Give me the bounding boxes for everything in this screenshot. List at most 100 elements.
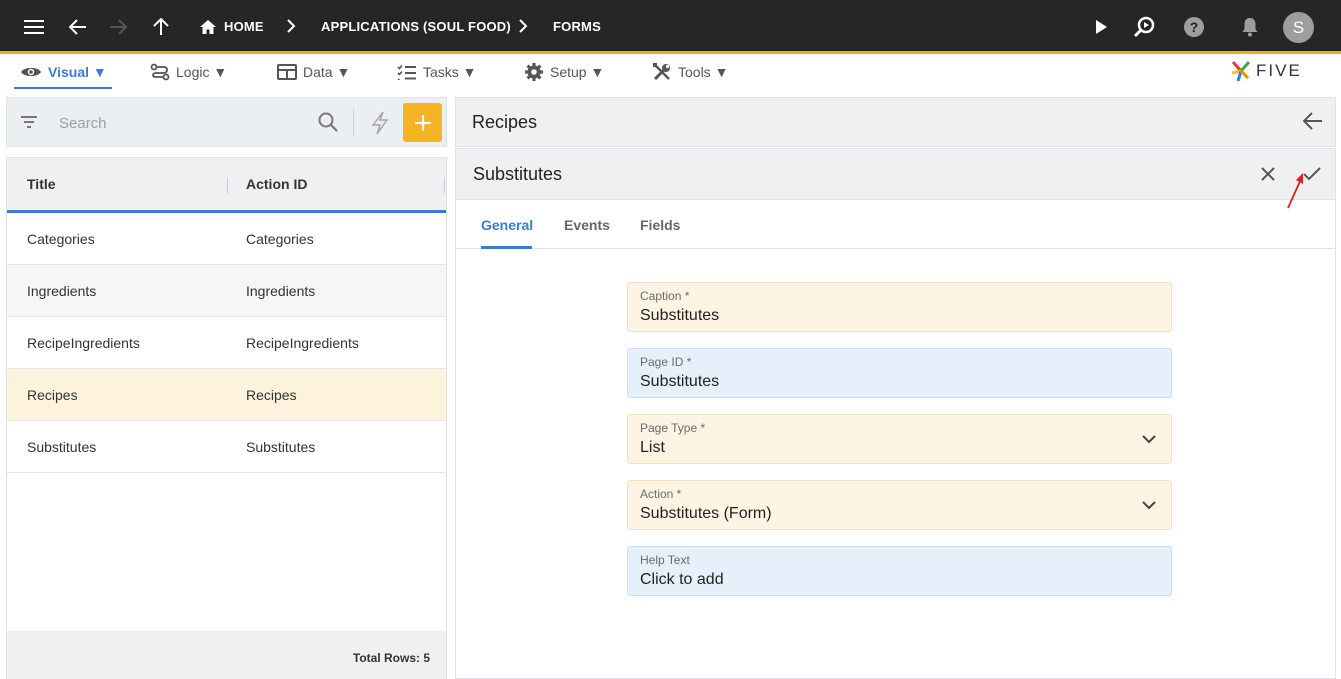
cell-title: Categories — [27, 230, 95, 247]
add-button[interactable] — [403, 103, 442, 142]
five-logo: FIVE — [1230, 57, 1302, 85]
menu-tools[interactable]: Tools ▼ — [652, 55, 728, 89]
parent-record-header: Recipes — [455, 97, 1336, 147]
menu-data[interactable]: Data ▼ — [277, 55, 350, 89]
cell-action-id: RecipeIngredients — [246, 334, 359, 351]
up-arrow-icon[interactable] — [150, 0, 172, 54]
page-type-value[interactable]: List — [640, 439, 665, 457]
gear-icon — [525, 63, 543, 81]
search-icon[interactable] — [317, 111, 339, 138]
divider — [353, 108, 354, 136]
menu-tasks-label: Tasks ▼ — [423, 64, 477, 80]
menu-tasks[interactable]: Tasks ▼ — [397, 55, 477, 89]
form-header: Substitutes — [456, 149, 1335, 209]
search-play-icon[interactable] — [1131, 0, 1157, 54]
chevron-right-icon — [518, 0, 528, 52]
column-header-title[interactable]: Title — [27, 158, 56, 210]
help-text-value[interactable]: Click to add — [640, 571, 724, 589]
chevron-right-icon — [286, 0, 296, 52]
tools-icon — [653, 63, 670, 81]
column-divider[interactable] — [227, 177, 228, 193]
page-id-label: Page ID * — [640, 355, 692, 369]
table-row[interactable]: RecipeIngredients RecipeIngredients — [7, 317, 446, 369]
form-panel: Substitutes General Events Fields Captio… — [455, 148, 1336, 679]
total-rows: Total Rows: 5 — [352, 651, 430, 665]
active-tab-indicator — [481, 246, 532, 249]
cell-action-id: Recipes — [246, 386, 297, 403]
cell-title: RecipeIngredients — [27, 334, 140, 351]
menu-data-label: Data ▼ — [303, 64, 351, 80]
checklist-icon — [397, 64, 416, 80]
forward-arrow-icon — [106, 0, 130, 54]
top-bar: HOME APPLICATIONS (SOUL FOOD) FORMS ? S — [0, 0, 1341, 54]
five-logo-text: FIVE — [1256, 61, 1302, 80]
five-logo-icon — [1231, 61, 1251, 82]
menu-setup[interactable]: Setup ▼ — [524, 55, 604, 89]
tab-events[interactable]: Events — [564, 201, 610, 248]
cell-title: Recipes — [27, 386, 78, 403]
parent-title: Recipes — [472, 111, 538, 132]
breadcrumb-applications[interactable]: APPLICATIONS (SOUL FOOD) — [321, 0, 511, 52]
avatar[interactable]: S — [1283, 12, 1314, 43]
table-row[interactable]: Substitutes Substitutes — [7, 421, 446, 473]
help-text-label: Help Text — [640, 553, 690, 567]
column-header-action-id[interactable]: Action ID — [246, 158, 307, 210]
page-id-value[interactable]: Substitutes — [640, 373, 719, 391]
tab-general[interactable]: General — [481, 201, 533, 248]
caption-label: Caption * — [640, 289, 690, 303]
cell-action-id: Categories — [246, 230, 314, 247]
active-menu-indicator — [14, 87, 112, 89]
bell-icon[interactable] — [1239, 0, 1261, 54]
cell-action-id: Substitutes — [246, 438, 316, 455]
list-header: Title Action ID — [7, 158, 446, 213]
search-bar — [6, 97, 447, 147]
page-type-select[interactable]: Page Type * List — [627, 414, 1172, 464]
table-row[interactable]: Categories Categories — [7, 213, 446, 265]
table-row[interactable]: Ingredients Ingredients — [7, 265, 446, 317]
chevron-down-icon[interactable] — [1141, 497, 1157, 513]
plus-icon — [414, 114, 431, 131]
chevron-down-icon[interactable] — [1141, 431, 1157, 447]
cell-action-id: Ingredients — [246, 282, 316, 299]
help-icon[interactable]: ? — [1182, 0, 1206, 54]
play-icon[interactable] — [1090, 0, 1112, 54]
breadcrumb-forms[interactable]: FORMS — [553, 0, 601, 52]
action-value[interactable]: Substitutes (Form) — [640, 505, 772, 523]
page-type-label: Page Type * — [640, 421, 706, 435]
menu-logic[interactable]: Logic ▼ — [150, 55, 227, 89]
menu-setup-label: Setup ▼ — [550, 64, 605, 80]
flow-icon — [150, 63, 170, 81]
caption-value[interactable]: Substitutes — [640, 307, 719, 325]
close-icon[interactable] — [1255, 161, 1281, 187]
list-footer: Total Rows: 5 — [7, 631, 446, 679]
breadcrumb-home[interactable]: HOME — [224, 0, 264, 52]
page-id-field[interactable]: Page ID * Substitutes — [627, 348, 1172, 398]
back-arrow-icon[interactable] — [66, 0, 90, 54]
menu-bar: Visual ▼ Logic ▼ Data ▼ Tasks ▼ Setup ▼ … — [0, 55, 1341, 93]
svg-text:?: ? — [1190, 19, 1199, 35]
cell-title: Ingredients — [27, 282, 97, 299]
form-title: Substitutes — [473, 164, 563, 184]
forms-list: Title Action ID Categories Categories In… — [6, 157, 447, 679]
tab-fields[interactable]: Fields — [640, 201, 680, 248]
action-select[interactable]: Action * Substitutes (Form) — [627, 480, 1172, 530]
menu-visual-label: Visual ▼ — [48, 64, 107, 80]
menu-logic-label: Logic ▼ — [176, 64, 228, 80]
eye-icon — [21, 67, 41, 77]
column-divider[interactable] — [444, 177, 445, 193]
lightning-icon[interactable] — [369, 111, 391, 140]
menu-visual[interactable]: Visual ▼ — [20, 55, 107, 89]
table-row-selected[interactable]: Recipes Recipes — [7, 369, 446, 421]
caption-field[interactable]: Caption * Substitutes — [627, 282, 1172, 332]
home-icon[interactable] — [198, 0, 218, 54]
form-tabs: General Events Fields — [456, 201, 1335, 249]
filter-icon[interactable] — [19, 112, 39, 137]
action-label: Action * — [640, 487, 682, 501]
back-arrow-icon[interactable] — [1302, 112, 1323, 135]
search-input[interactable] — [59, 111, 309, 135]
cell-title: Substitutes — [27, 438, 97, 455]
table-icon — [277, 64, 297, 80]
menu-tools-label: Tools ▼ — [678, 64, 729, 80]
help-text-field[interactable]: Help Text Click to add — [627, 546, 1172, 596]
hamburger-menu-icon[interactable] — [20, 0, 48, 54]
